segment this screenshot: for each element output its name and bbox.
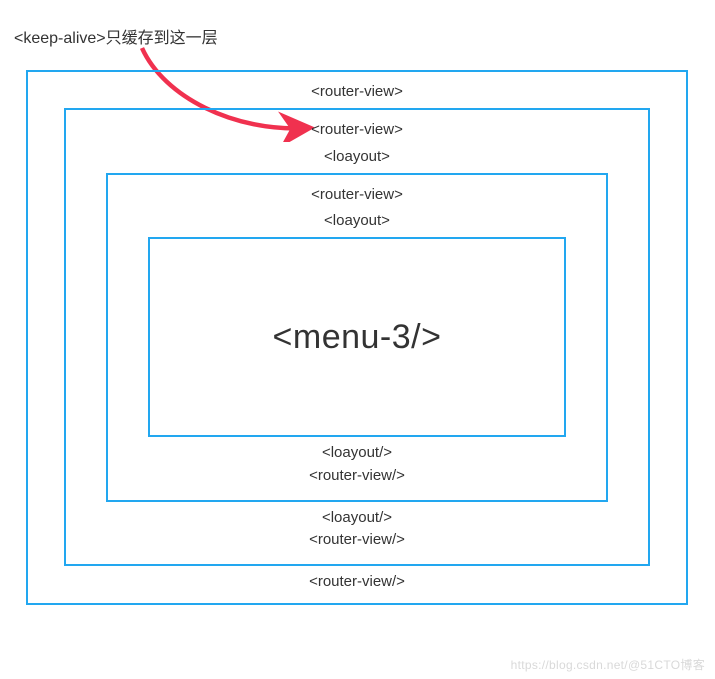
level-2-top-label-2: <loayout>	[106, 147, 608, 167]
level-1-bottom-label: <router-view/>	[64, 572, 650, 592]
level-4-box: <menu-3/>	[148, 237, 566, 437]
level-2-box: <router-view> <loayout> <router-view> <l…	[64, 108, 650, 566]
level-2-bottom-label-2: <router-view/>	[106, 530, 608, 550]
caption-text: <keep-alive>只缓存到这一层	[14, 24, 218, 48]
level-1-box: <router-view> <router-view> <loayout> <r…	[26, 70, 688, 605]
level-3-box: <router-view> <loayout> <menu-3/> <loayo…	[106, 173, 608, 502]
menu-content: <menu-3/>	[273, 318, 442, 357]
level-3-top-label-1: <router-view>	[148, 185, 566, 205]
level-3-top-label-2: <loayout>	[148, 211, 566, 231]
level-2-top-label-1: <router-view>	[106, 120, 608, 140]
level-3-bottom-label-2: <router-view/>	[148, 466, 566, 486]
level-3-bottom-label-1: <loayout/>	[148, 443, 566, 463]
nesting-diagram: <router-view> <router-view> <loayout> <r…	[26, 70, 688, 605]
level-2-bottom-label-1: <loayout/>	[106, 508, 608, 528]
watermark-text: https://blog.csdn.net/@51CTO博客	[511, 656, 705, 673]
level-1-top-label: <router-view>	[64, 82, 650, 102]
